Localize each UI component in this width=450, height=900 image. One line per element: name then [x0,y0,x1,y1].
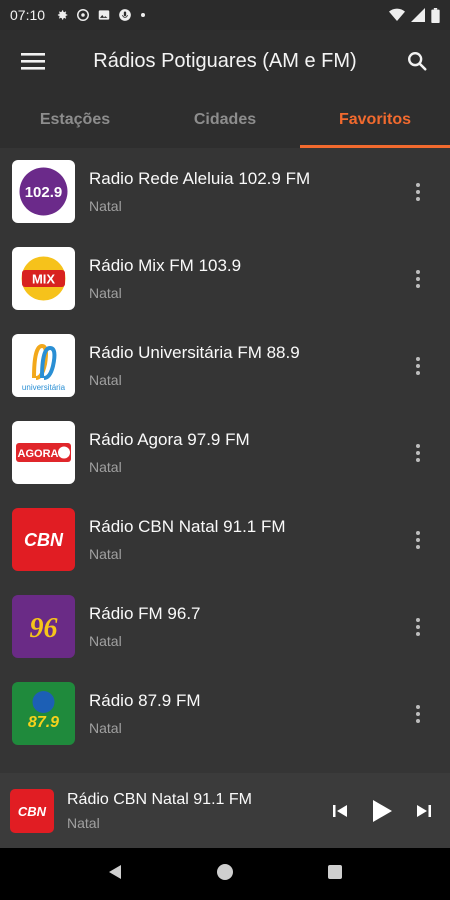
more-vert-icon[interactable] [398,607,438,647]
more-vert-icon[interactable] [398,346,438,386]
station-logo: AGORA [12,421,75,484]
status-bar: 07:10 [0,0,450,30]
station-name: Rádio Agora 97.9 FM [89,430,250,449]
player-station-name: Rádio CBN Natal 91.1 FM [67,790,252,808]
station-name: Rádio 87.9 FM [89,691,201,710]
station-logo: universitária [12,334,75,397]
tab-label: Cidades [193,111,257,128]
menu-icon[interactable] [16,44,50,78]
tab-bar: Estações Cidades Favoritos [0,92,450,148]
station-name: Rádio Mix FM 103.9 [89,256,242,275]
page-title: Rádios Potiguares (AM e FM) [93,49,357,72]
more-vert-icon[interactable] [398,259,438,299]
list-item[interactable]: 96 Rádio FM 96.7 Natal [0,583,450,670]
station-city: Natal [89,459,122,475]
favorites-list: 102.9 Radio Rede Aleluia 102.9 FM Natal … [0,148,450,773]
station-name: Radio Rede Aleluia 102.9 FM [89,169,311,188]
logo-text: CBN [24,530,64,550]
skip-previous-icon[interactable] [324,795,356,827]
skip-next-icon[interactable] [408,795,440,827]
station-city: Natal [89,720,122,736]
tab-estacoes[interactable]: Estações [0,92,150,148]
tab-label: Favoritos [338,111,411,128]
station-name: Rádio CBN Natal 91.1 FM [89,517,286,536]
station-name: Rádio Universitária FM 88.9 [89,343,300,362]
station-city: Natal [89,372,122,388]
station-city: Natal [89,285,122,301]
more-vert-icon[interactable] [398,694,438,734]
mic-icon [119,9,131,21]
tab-label: Estações [39,111,111,128]
settings-icon [57,10,68,20]
app-bar: Rádios Potiguares (AM e FM) [0,30,450,92]
station-logo: MIX [12,247,75,310]
more-vert-icon[interactable] [398,433,438,473]
station-city: Natal [89,546,122,562]
player-station-logo: CBN [10,788,54,833]
status-notification-icons [55,8,147,22]
logo-text: MIX [32,272,55,287]
image-icon [98,10,110,20]
system-nav-bar [0,848,450,900]
logo-text: universitária [22,383,66,392]
more-vert-icon[interactable] [398,520,438,560]
station-logo: 87.9 [12,682,75,745]
player-station-city: Natal [67,814,100,831]
list-item[interactable]: MIX Rádio Mix FM 103.9 Natal [0,235,450,322]
tab-favoritos[interactable]: Favoritos [300,92,450,148]
list-item[interactable]: CBN Rádio CBN Natal 91.1 FM Natal [0,496,450,583]
station-name: Rádio FM 96.7 [89,604,201,623]
signal-icon [411,8,425,22]
logo-text: 102.9 [25,184,63,201]
logo-text: CBN [18,804,47,819]
status-time: 07:10 [10,7,46,23]
nav-home-icon[interactable] [216,863,234,886]
list-item[interactable]: AGORA Rádio Agora 97.9 FM Natal [0,409,450,496]
list-item[interactable]: 87.9 Rádio 87.9 FM Natal [0,670,450,757]
station-city: Natal [89,633,122,649]
play-icon[interactable] [366,795,398,827]
search-icon[interactable] [400,44,434,78]
list-item[interactable]: 102.9 Radio Rede Aleluia 102.9 FM Natal [0,148,450,235]
at-sign-icon [77,9,90,21]
logo-text: 96 [30,613,58,644]
tab-cidades[interactable]: Cidades [150,92,300,148]
logo-text: 87.9 [28,714,59,731]
nav-back-icon[interactable] [106,863,124,886]
station-city: Natal [89,198,122,214]
station-logo: CBN [12,508,75,571]
now-playing-bar[interactable]: CBN Rádio CBN Natal 91.1 FM Natal [0,773,450,848]
more-vert-icon[interactable] [398,172,438,212]
battery-icon [431,7,440,23]
nav-recents-icon[interactable] [326,863,344,886]
wifi-icon [389,8,405,21]
station-logo: 102.9 [12,160,75,223]
list-item[interactable]: universitária Rádio Universitária FM 88.… [0,322,450,409]
logo-text: AGORA [18,448,59,460]
status-system-icons [389,7,440,23]
station-logo: 96 [12,595,75,658]
dot-icon [141,13,146,17]
